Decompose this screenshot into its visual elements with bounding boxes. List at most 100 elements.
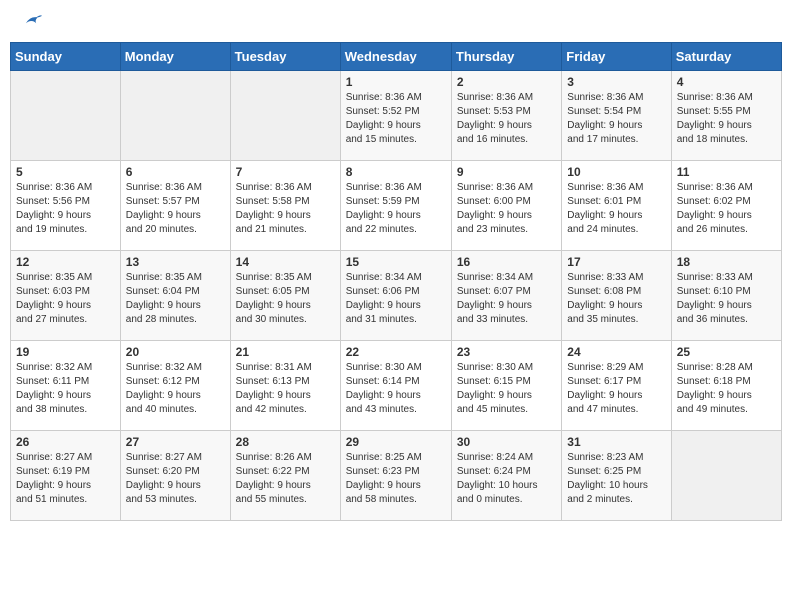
day-number: 5: [16, 165, 115, 179]
day-number: 14: [236, 255, 335, 269]
day-info: Sunrise: 8:35 AM Sunset: 6:04 PM Dayligh…: [126, 271, 225, 327]
bird-icon: [20, 10, 42, 32]
day-info: Sunrise: 8:36 AM Sunset: 5:55 PM Dayligh…: [677, 91, 776, 147]
calendar-header-thursday: Thursday: [451, 43, 561, 71]
calendar-header-tuesday: Tuesday: [230, 43, 340, 71]
calendar-cell: 1 Sunrise: 8:36 AM Sunset: 5:52 PM Daylig…: [340, 71, 451, 161]
day-info: Sunrise: 8:36 AM Sunset: 6:02 PM Dayligh…: [677, 181, 776, 237]
day-info: Sunrise: 8:23 AM Sunset: 6:25 PM Dayligh…: [567, 451, 665, 507]
calendar-cell: 17 Sunrise: 8:33 AM Sunset: 6:08 PM Dayli…: [562, 251, 671, 341]
day-number: 3: [567, 75, 665, 89]
calendar-cell: 15 Sunrise: 8:34 AM Sunset: 6:06 PM Dayli…: [340, 251, 451, 341]
day-info: Sunrise: 8:33 AM Sunset: 6:10 PM Dayligh…: [677, 271, 776, 327]
calendar-cell: 3 Sunrise: 8:36 AM Sunset: 5:54 PM Daylig…: [562, 71, 671, 161]
day-number: 16: [457, 255, 556, 269]
day-info: Sunrise: 8:36 AM Sunset: 5:57 PM Dayligh…: [126, 181, 225, 237]
calendar-cell: [120, 71, 230, 161]
calendar-cell: 6 Sunrise: 8:36 AM Sunset: 5:57 PM Daylig…: [120, 161, 230, 251]
day-number: 12: [16, 255, 115, 269]
page-header: [10, 10, 782, 34]
day-number: 2: [457, 75, 556, 89]
day-number: 21: [236, 345, 335, 359]
calendar-header-friday: Friday: [562, 43, 671, 71]
calendar-cell: 26 Sunrise: 8:27 AM Sunset: 6:19 PM Dayli…: [11, 431, 121, 521]
day-number: 18: [677, 255, 776, 269]
calendar-header-wednesday: Wednesday: [340, 43, 451, 71]
calendar-cell: 8 Sunrise: 8:36 AM Sunset: 5:59 PM Daylig…: [340, 161, 451, 251]
calendar-cell: 18 Sunrise: 8:33 AM Sunset: 6:10 PM Dayli…: [671, 251, 781, 341]
calendar-header-sunday: Sunday: [11, 43, 121, 71]
calendar-cell: 27Sunrise: 8:27 AM Sunset: 6:20 PM Dayli…: [120, 431, 230, 521]
day-info: Sunrise: 8:33 AM Sunset: 6:08 PM Dayligh…: [567, 271, 665, 327]
calendar-cell: 7Sunrise: 8:36 AM Sunset: 5:58 PM Daylig…: [230, 161, 340, 251]
day-number: 31: [567, 435, 665, 449]
calendar-cell: 30Sunrise: 8:24 AM Sunset: 6:24 PM Dayli…: [451, 431, 561, 521]
calendar-cell: 28Sunrise: 8:26 AM Sunset: 6:22 PM Dayli…: [230, 431, 340, 521]
day-number: 30: [457, 435, 556, 449]
day-info: Sunrise: 8:35 AM Sunset: 6:05 PM Dayligh…: [236, 271, 335, 327]
calendar-cell: 16 Sunrise: 8:34 AM Sunset: 6:07 PM Dayli…: [451, 251, 561, 341]
day-number: 7: [236, 165, 335, 179]
day-number: 1: [346, 75, 446, 89]
day-info: Sunrise: 8:30 AM Sunset: 6:15 PM Dayligh…: [457, 361, 556, 417]
calendar-cell: 24 Sunrise: 8:29 AM Sunset: 6:17 PM Dayli…: [562, 341, 671, 431]
day-info: Sunrise: 8:26 AM Sunset: 6:22 PM Dayligh…: [236, 451, 335, 507]
calendar-week-5: 26 Sunrise: 8:27 AM Sunset: 6:19 PM Dayli…: [11, 431, 782, 521]
calendar-week-4: 19 Sunrise: 8:32 AM Sunset: 6:11 PM Dayli…: [11, 341, 782, 431]
calendar-week-2: 5 Sunrise: 8:36 AM Sunset: 5:56 PM Daylig…: [11, 161, 782, 251]
day-number: 10: [567, 165, 665, 179]
calendar-cell: 11 Sunrise: 8:36 AM Sunset: 6:02 PM Dayli…: [671, 161, 781, 251]
day-number: 23: [457, 345, 556, 359]
calendar-cell: 19 Sunrise: 8:32 AM Sunset: 6:11 PM Dayli…: [11, 341, 121, 431]
day-info: Sunrise: 8:25 AM Sunset: 6:23 PM Dayligh…: [346, 451, 446, 507]
day-info: Sunrise: 8:36 AM Sunset: 5:56 PM Dayligh…: [16, 181, 115, 237]
calendar-body: 1 Sunrise: 8:36 AM Sunset: 5:52 PM Daylig…: [11, 71, 782, 521]
calendar-cell: 25Sunrise: 8:28 AM Sunset: 6:18 PM Dayli…: [671, 341, 781, 431]
day-number: 22: [346, 345, 446, 359]
day-info: Sunrise: 8:34 AM Sunset: 6:06 PM Dayligh…: [346, 271, 446, 327]
day-number: 9: [457, 165, 556, 179]
calendar-cell: 13 Sunrise: 8:35 AM Sunset: 6:04 PM Dayli…: [120, 251, 230, 341]
day-number: 8: [346, 165, 446, 179]
calendar-cell: 14 Sunrise: 8:35 AM Sunset: 6:05 PM Dayli…: [230, 251, 340, 341]
logo: [18, 14, 42, 30]
calendar-cell: 2 Sunrise: 8:36 AM Sunset: 5:53 PM Daylig…: [451, 71, 561, 161]
calendar-header-row: SundayMondayTuesdayWednesdayThursdayFrid…: [11, 43, 782, 71]
day-info: Sunrise: 8:36 AM Sunset: 5:59 PM Dayligh…: [346, 181, 446, 237]
day-number: 19: [16, 345, 115, 359]
day-info: Sunrise: 8:30 AM Sunset: 6:14 PM Dayligh…: [346, 361, 446, 417]
calendar-cell: 31 Sunrise: 8:23 AM Sunset: 6:25 PM Dayli…: [562, 431, 671, 521]
calendar-cell: 5 Sunrise: 8:36 AM Sunset: 5:56 PM Daylig…: [11, 161, 121, 251]
day-info: Sunrise: 8:31 AM Sunset: 6:13 PM Dayligh…: [236, 361, 335, 417]
day-number: 6: [126, 165, 225, 179]
calendar-cell: 10 Sunrise: 8:36 AM Sunset: 6:01 PM Dayli…: [562, 161, 671, 251]
day-info: Sunrise: 8:34 AM Sunset: 6:07 PM Dayligh…: [457, 271, 556, 327]
day-info: Sunrise: 8:32 AM Sunset: 6:11 PM Dayligh…: [16, 361, 115, 417]
day-info: Sunrise: 8:36 AM Sunset: 5:54 PM Dayligh…: [567, 91, 665, 147]
day-number: 13: [126, 255, 225, 269]
day-number: 15: [346, 255, 446, 269]
calendar-header-monday: Monday: [120, 43, 230, 71]
day-number: 27: [126, 435, 225, 449]
day-number: 17: [567, 255, 665, 269]
day-info: Sunrise: 8:27 AM Sunset: 6:19 PM Dayligh…: [16, 451, 115, 507]
calendar-table: SundayMondayTuesdayWednesdayThursdayFrid…: [10, 42, 782, 521]
calendar-cell: [230, 71, 340, 161]
day-number: 26: [16, 435, 115, 449]
calendar-cell: [11, 71, 121, 161]
day-number: 29: [346, 435, 446, 449]
day-number: 24: [567, 345, 665, 359]
calendar-week-3: 12Sunrise: 8:35 AM Sunset: 6:03 PM Dayli…: [11, 251, 782, 341]
calendar-cell: 9Sunrise: 8:36 AM Sunset: 6:00 PM Daylig…: [451, 161, 561, 251]
calendar-cell: 22 Sunrise: 8:30 AM Sunset: 6:14 PM Dayli…: [340, 341, 451, 431]
day-info: Sunrise: 8:29 AM Sunset: 6:17 PM Dayligh…: [567, 361, 665, 417]
calendar-cell: 4Sunrise: 8:36 AM Sunset: 5:55 PM Daylig…: [671, 71, 781, 161]
calendar-cell: 29 Sunrise: 8:25 AM Sunset: 6:23 PM Dayli…: [340, 431, 451, 521]
day-info: Sunrise: 8:36 AM Sunset: 6:01 PM Dayligh…: [567, 181, 665, 237]
day-number: 11: [677, 165, 776, 179]
calendar-cell: 23 Sunrise: 8:30 AM Sunset: 6:15 PM Dayli…: [451, 341, 561, 431]
day-number: 25: [677, 345, 776, 359]
day-info: Sunrise: 8:36 AM Sunset: 5:53 PM Dayligh…: [457, 91, 556, 147]
calendar-cell: [671, 431, 781, 521]
day-info: Sunrise: 8:36 AM Sunset: 5:52 PM Dayligh…: [346, 91, 446, 147]
